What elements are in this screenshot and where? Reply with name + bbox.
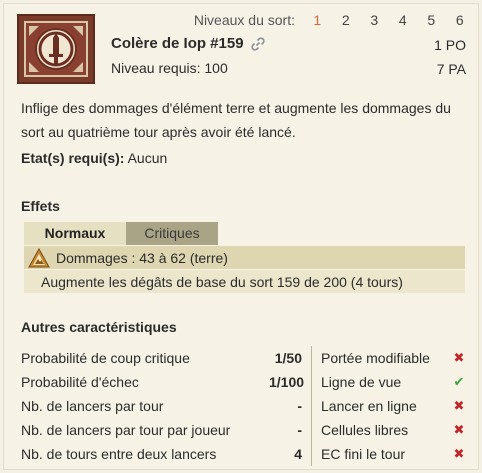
cross-icon: ✖ bbox=[453, 350, 465, 365]
level-required: Niveau requis: 100 bbox=[111, 60, 228, 76]
characteristic-label: Nb. de tours entre deux lancers bbox=[21, 446, 217, 462]
effects-title: Effets bbox=[21, 198, 60, 214]
characteristic-row: Probabilité d'échec 1/100 Ligne de vue ✔ bbox=[21, 370, 470, 394]
tab-critiques[interactable]: Critiques bbox=[126, 222, 218, 245]
effect-row: Augmente les dégâts de base du sort 159 … bbox=[24, 270, 465, 293]
characteristic-label: Probabilité de coup critique bbox=[21, 350, 190, 366]
characteristic-value: - bbox=[297, 398, 302, 414]
characteristic-value: - bbox=[297, 422, 302, 438]
level-5[interactable]: 5 bbox=[417, 12, 446, 28]
spell-description: Inflige des dommages d'élément terre et … bbox=[21, 100, 451, 140]
link-icon[interactable] bbox=[250, 36, 266, 52]
required-states: Etat(s) requi(s): Aucun bbox=[21, 150, 167, 166]
ap-cost: 7 PA bbox=[436, 61, 466, 77]
spell-sword-icon bbox=[17, 14, 95, 84]
effect-row: Dommages : 43 à 62 (terre) bbox=[24, 246, 465, 269]
level-3[interactable]: 3 bbox=[360, 12, 389, 28]
property-label: Ligne de vue bbox=[321, 374, 402, 390]
range-cost: 1 PO bbox=[434, 37, 466, 53]
property-label: EC fini le tour bbox=[321, 446, 406, 462]
characteristic-value: 1/100 bbox=[269, 374, 305, 390]
spell-panel: Niveaux du sort: 1 2 3 4 5 6 Colère de I… bbox=[3, 3, 479, 470]
characteristic-row: Nb. de tours entre deux lancers 4 EC fin… bbox=[21, 442, 470, 466]
cross-icon: ✖ bbox=[453, 422, 465, 437]
effect-text: Dommages : 43 à 62 (terre) bbox=[56, 249, 228, 266]
level-6[interactable]: 6 bbox=[446, 12, 475, 28]
property-label: Cellules libres bbox=[321, 422, 409, 438]
effect-text: Augmente les dégâts de base du sort 159 … bbox=[41, 273, 403, 290]
spell-levels: Niveaux du sort: 1 2 3 4 5 6 bbox=[194, 11, 474, 29]
spell-name-text: Colère de Iop #159 bbox=[111, 35, 244, 52]
characteristics-table: Probabilité de coup critique 1/50 Portée… bbox=[21, 346, 470, 466]
effects-tabs: Normaux Critiques bbox=[24, 222, 218, 245]
required-states-label: Etat(s) requi(s): bbox=[21, 150, 125, 166]
characteristic-row: Nb. de lancers par tour - Lancer en lign… bbox=[21, 394, 470, 418]
spell-name: Colère de Iop #159 bbox=[111, 35, 266, 52]
characteristics-title: Autres caractéristiques bbox=[21, 319, 177, 335]
tab-normaux[interactable]: Normaux bbox=[24, 222, 126, 245]
level-4[interactable]: 4 bbox=[389, 12, 418, 28]
characteristic-value: 4 bbox=[294, 446, 302, 462]
characteristic-label: Nb. de lancers par tour bbox=[21, 398, 164, 414]
levels-label: Niveaux du sort: bbox=[193, 12, 295, 28]
characteristic-label: Probabilité d'échec bbox=[21, 374, 139, 390]
column-divider bbox=[311, 418, 312, 442]
property-label: Lancer en ligne bbox=[321, 398, 417, 414]
characteristic-row: Probabilité de coup critique 1/50 Portée… bbox=[21, 346, 470, 370]
characteristic-value: 1/50 bbox=[274, 350, 302, 366]
characteristic-row: Nb. de lancers par tour par joueur - Cel… bbox=[21, 418, 470, 442]
property-label: Portée modifiable bbox=[321, 350, 430, 366]
column-divider bbox=[311, 394, 312, 418]
column-divider bbox=[311, 346, 312, 370]
earth-element-icon bbox=[28, 247, 50, 268]
characteristic-label: Nb. de lancers par tour par joueur bbox=[21, 422, 231, 438]
column-divider bbox=[311, 370, 312, 394]
required-states-value: Aucun bbox=[127, 150, 168, 166]
level-1[interactable]: 1 bbox=[303, 12, 332, 28]
check-icon: ✔ bbox=[453, 374, 465, 389]
cross-icon: ✖ bbox=[453, 446, 465, 461]
cross-icon: ✖ bbox=[453, 398, 465, 413]
level-2[interactable]: 2 bbox=[332, 12, 361, 28]
column-divider bbox=[311, 442, 312, 466]
